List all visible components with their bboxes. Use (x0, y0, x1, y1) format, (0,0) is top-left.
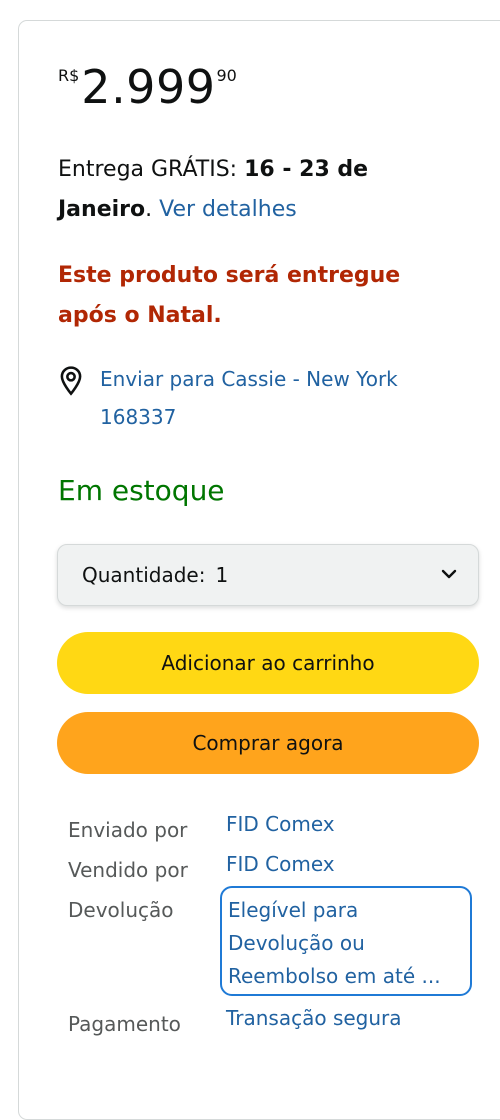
delivery-message: Entrega GRÁTIS: 16 - 23 de Janeiro. Ver … (58, 150, 448, 230)
price-currency-symbol: R$ (58, 66, 80, 85)
deliver-to-address-link[interactable]: Enviar para Cassie - New York 168337 (100, 360, 440, 436)
quantity-value: 1 (215, 563, 229, 587)
payment-label: Pagamento (68, 1012, 181, 1036)
returns-label: Devolução (68, 898, 174, 922)
payment-value[interactable]: Transação segura (226, 1006, 402, 1030)
quantity-dropdown[interactable]: Quantidade: 1 (57, 544, 479, 606)
delivery-warning: Este produto será entregue após o Natal. (58, 263, 401, 328)
sold-by-value[interactable]: FID Comex (226, 852, 335, 876)
price: R$ 2.999 90 (58, 58, 237, 116)
deliver-to-location[interactable]: Enviar para Cassie - New York 168337 (58, 360, 440, 436)
quantity-label: Quantidade: (82, 563, 206, 587)
add-to-cart-button[interactable]: Adicionar ao carrinho (57, 632, 479, 694)
location-pin-icon (60, 366, 82, 396)
shipped-by-value[interactable]: FID Comex (226, 812, 335, 836)
returns-policy-link[interactable]: Elegível para Devolução ou Reembolso em … (220, 886, 472, 996)
price-whole: 2.999 (81, 60, 216, 114)
shipped-by-label: Enviado por (68, 818, 188, 842)
chevron-down-icon (441, 569, 457, 579)
stock-status: Em estoque (58, 474, 225, 507)
buy-now-button[interactable]: Comprar agora (57, 712, 479, 774)
delivery-prefix: Entrega GRÁTIS: (58, 157, 245, 182)
sold-by-label: Vendido por (68, 858, 188, 882)
delivery-details-link[interactable]: Ver detalhes (159, 197, 297, 222)
delivery-suffix: . (145, 197, 160, 222)
price-fraction: 90 (216, 66, 237, 85)
